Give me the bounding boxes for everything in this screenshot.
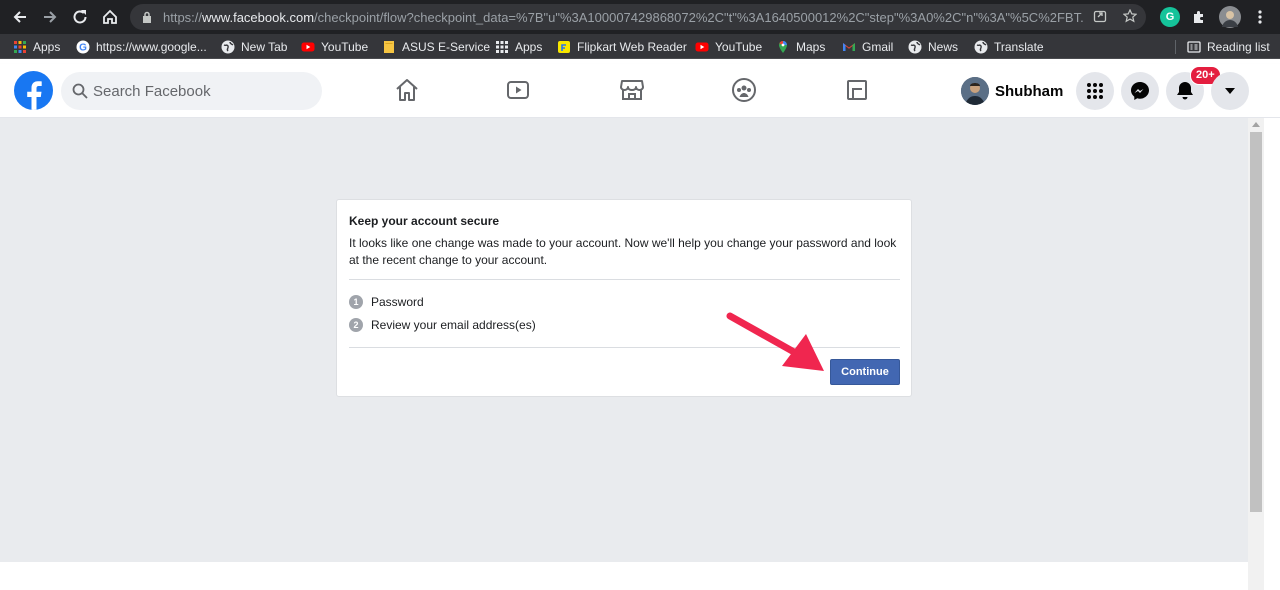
scroll-up-arrow-icon[interactable]: [1252, 122, 1260, 127]
forward-icon[interactable]: [38, 5, 62, 29]
address-bar[interactable]: https://www.facebook.com/checkpoint/flow…: [130, 4, 1146, 30]
bookmark-maps[interactable]: Maps: [776, 38, 825, 55]
bookmark-new-tab[interactable]: New Tab: [221, 38, 287, 55]
step-label: Password: [371, 295, 424, 309]
annotation-arrow-icon: [726, 312, 824, 371]
apps-grid-icon: [496, 40, 508, 53]
search-input[interactable]: [93, 72, 313, 110]
bookmark-asus[interactable]: ASUS E-Service: [382, 38, 490, 55]
grammarly-icon[interactable]: G: [1160, 7, 1180, 27]
page-footer-area: [0, 562, 1248, 590]
divider: [349, 279, 900, 280]
extensions-puzzle-icon[interactable]: [1189, 7, 1209, 27]
profile-avatar-icon[interactable]: [1219, 6, 1241, 28]
share-icon[interactable]: [1092, 9, 1108, 25]
menu-button[interactable]: [1076, 72, 1114, 110]
bookmark-translate[interactable]: Translate: [974, 38, 1044, 55]
search-icon: [72, 83, 88, 99]
gaming-icon: [847, 80, 867, 100]
menu-kebab-icon[interactable]: [1250, 7, 1270, 27]
menu-grid-icon: [1087, 83, 1103, 99]
search-box[interactable]: [61, 72, 322, 110]
bookmark-label: https://www.google...: [96, 39, 207, 54]
gmail-icon: [843, 42, 855, 51]
account-button[interactable]: [1211, 72, 1249, 110]
step-label: Review your email address(es): [371, 318, 536, 332]
bookmark-label: New Tab: [241, 39, 288, 54]
profile-chip[interactable]: Shubham: [961, 74, 1063, 108]
continue-button[interactable]: Continue: [830, 359, 900, 385]
window-edge: [1264, 118, 1280, 590]
card-description: It looks like one change was made to you…: [349, 236, 897, 267]
marketplace-store-icon: [620, 80, 644, 100]
caret-down-icon: [1225, 88, 1235, 94]
flipkart-icon: [558, 40, 570, 53]
messenger-icon: [1131, 82, 1149, 100]
nav-watch[interactable]: [502, 75, 536, 105]
facebook-header: 9+ 4 6 Shubham 20+: [0, 64, 1280, 153]
svg-text:G: G: [79, 42, 87, 53]
step-password: 1 Password: [349, 293, 424, 311]
bookmark-label: News: [928, 39, 959, 54]
google-icon: G: [76, 40, 90, 53]
star-icon[interactable]: [1122, 8, 1138, 25]
home-icon: [396, 79, 418, 101]
bell-icon: [1177, 82, 1193, 100]
back-icon[interactable]: [8, 5, 32, 29]
reading-list-label: Reading list: [1207, 39, 1270, 54]
globe-icon: [908, 40, 922, 53]
folder-icon: [384, 40, 394, 53]
bookmark-gmail[interactable]: Gmail: [842, 38, 893, 55]
watch-video-icon: [507, 81, 529, 99]
scrollbar-thumb[interactable]: [1250, 132, 1262, 512]
nav-gaming[interactable]: [840, 75, 874, 105]
url-text[interactable]: https://www.facebook.com/checkpoint/flow…: [163, 10, 1083, 25]
nav-groups[interactable]: [727, 75, 761, 105]
bookmark-flipkart[interactable]: Flipkart Web Reader: [557, 38, 687, 55]
globe-icon: [974, 40, 988, 53]
vertical-scrollbar[interactable]: [1248, 118, 1264, 590]
step-review-email: 2 Review your email address(es): [349, 316, 536, 334]
bookmark-label: Translate: [994, 39, 1044, 54]
bookmark-label: ASUS E-Service: [402, 39, 491, 54]
bookmarks-bar: Apps G https://www.google... New Tab You…: [0, 34, 1280, 59]
bookmark-google[interactable]: G https://www.google...: [76, 38, 207, 55]
nav-home[interactable]: [390, 75, 424, 105]
bookmark-label: YouTube: [321, 39, 369, 54]
maps-pin-icon: [779, 40, 787, 53]
reload-icon[interactable]: [68, 5, 92, 29]
bookmark-label: Maps: [796, 39, 826, 54]
facebook-logo-icon[interactable]: [14, 71, 53, 110]
lock-icon[interactable]: [142, 11, 152, 23]
step-number-icon: 2: [349, 318, 363, 332]
home-icon[interactable]: [98, 5, 122, 29]
bookmark-news[interactable]: News: [908, 38, 958, 55]
card-title: Keep your account secure: [349, 214, 500, 228]
bookmark-apps[interactable]: Apps: [13, 38, 60, 55]
bookmark-label: Flipkart Web Reader: [577, 39, 687, 54]
bookmark-label: Gmail: [862, 39, 894, 54]
avatar: [961, 77, 989, 105]
nav-marketplace[interactable]: [615, 75, 649, 105]
step-number-icon: 1: [349, 295, 363, 309]
profile-name: Shubham: [995, 82, 1064, 100]
bookmarks-divider: [1175, 40, 1176, 54]
apps-grid-icon: [14, 40, 26, 53]
bookmark-youtube[interactable]: YouTube: [301, 38, 368, 55]
messenger-button[interactable]: [1121, 72, 1159, 110]
bookmark-youtube-2[interactable]: YouTube: [695, 38, 762, 55]
bookmark-label: Apps: [515, 39, 543, 54]
youtube-icon: [301, 42, 315, 51]
browser-toolbar: https://www.facebook.com/checkpoint/flow…: [0, 0, 1280, 34]
bookmark-apps-2[interactable]: Apps: [495, 38, 542, 55]
reading-list-icon: [1187, 40, 1201, 53]
bookmark-label: YouTube: [715, 39, 763, 54]
youtube-icon: [695, 42, 709, 51]
reading-list-button[interactable]: Reading list: [1187, 38, 1270, 55]
groups-icon: [732, 78, 756, 102]
bookmark-label: Apps: [33, 39, 61, 54]
globe-icon: [221, 40, 235, 53]
